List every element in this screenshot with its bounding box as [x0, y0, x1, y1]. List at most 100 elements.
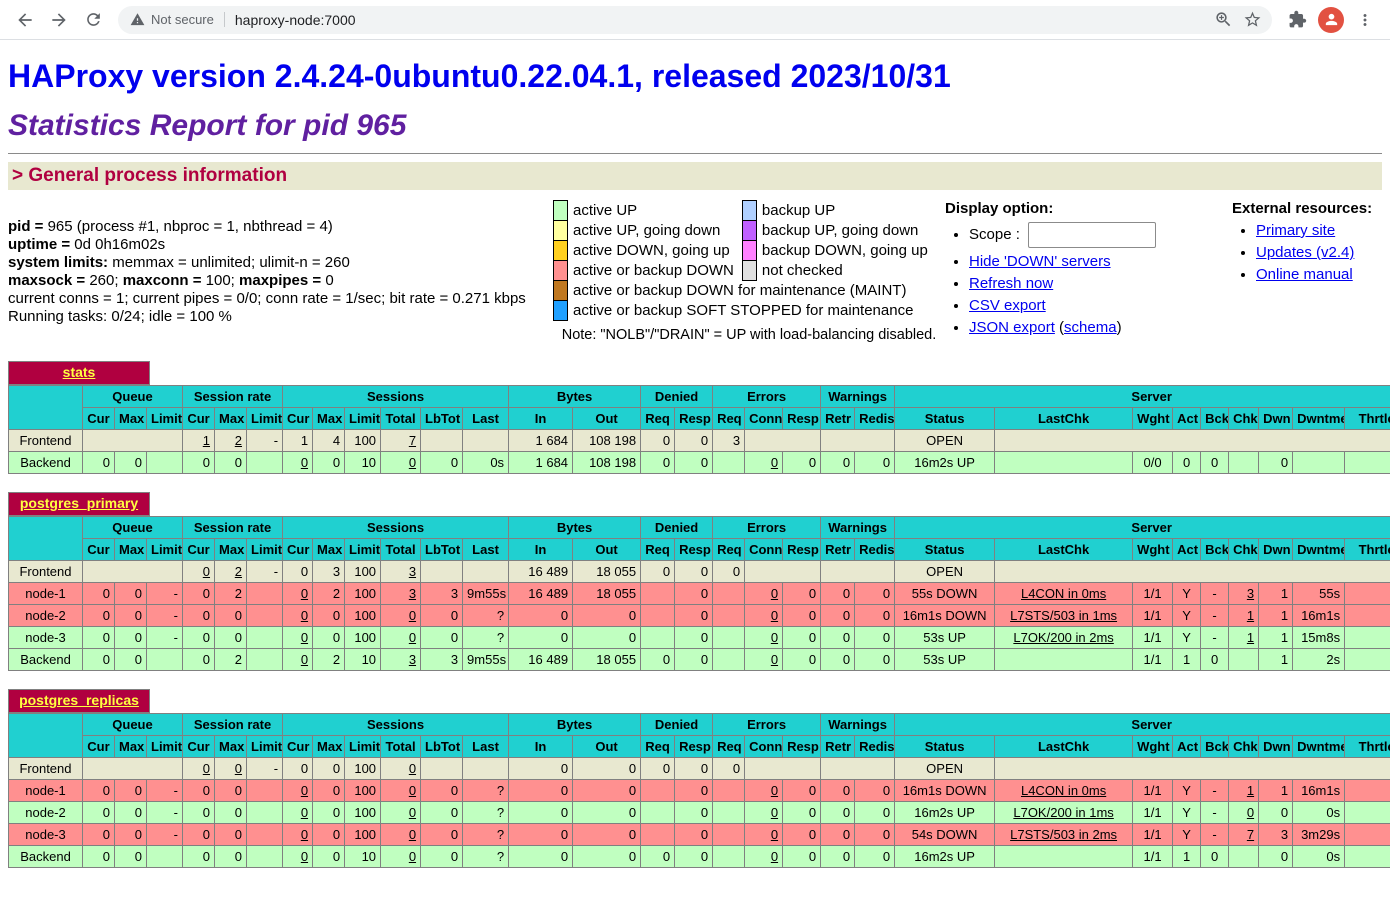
- stat-cell: 0: [83, 605, 115, 627]
- col-header: LbTot: [421, 539, 463, 561]
- stat-cell: ?: [463, 824, 509, 846]
- stat-cell: 16m2s UP: [895, 846, 995, 868]
- stat-cell: 16 489: [509, 561, 573, 583]
- row-name-cell[interactable]: node-1: [9, 583, 83, 605]
- extensions-button[interactable]: [1280, 3, 1314, 37]
- profile-avatar[interactable]: [1318, 7, 1344, 33]
- col-header: Limit: [345, 539, 381, 561]
- col-header: Cur: [83, 539, 115, 561]
- stat-cell: 53s UP: [895, 627, 995, 649]
- stat-cell: 0: [509, 758, 573, 780]
- json-schema-link[interactable]: schema: [1064, 319, 1117, 336]
- stat-cell: [147, 846, 183, 868]
- stat-cell: 0: [1229, 802, 1259, 824]
- stats-table-postgres_replicas: QueueSession rateSessionsBytesDeniedErro…: [8, 713, 1390, 868]
- stat-cell: ?: [463, 605, 509, 627]
- row-name-cell[interactable]: Backend: [9, 846, 83, 868]
- reload-button[interactable]: [76, 3, 110, 37]
- group-header: Warnings: [821, 517, 895, 539]
- external-resource-link[interactable]: Primary site: [1256, 222, 1335, 239]
- stat-cell: [247, 583, 283, 605]
- row-name-cell[interactable]: Backend: [9, 649, 83, 671]
- bookmark-star-icon[interactable]: [1243, 10, 1262, 29]
- row-name-cell[interactable]: node-2: [9, 802, 83, 824]
- col-header: Out: [573, 736, 641, 758]
- stat-cell: 0: [675, 824, 713, 846]
- stat-cell: 0: [855, 583, 895, 605]
- display-option-link[interactable]: CSV export: [969, 297, 1046, 314]
- display-option-link[interactable]: Refresh now: [969, 275, 1053, 292]
- stat-cell: [1345, 802, 1390, 824]
- stat-cell: 0: [283, 452, 313, 474]
- col-header: Limit: [147, 408, 183, 430]
- address-bar[interactable]: Not secure haproxy-node:7000: [118, 6, 1272, 34]
- display-option-link[interactable]: Hide 'DOWN' servers: [969, 253, 1111, 270]
- proxy-name-link[interactable]: postgres_replicas: [19, 692, 139, 708]
- stat-cell: [745, 430, 821, 452]
- col-header: Conn: [745, 539, 783, 561]
- col-header: LbTot: [421, 408, 463, 430]
- col-header: Max: [313, 736, 345, 758]
- row-name-cell[interactable]: node-3: [9, 824, 83, 846]
- stat-cell: 0: [381, 846, 421, 868]
- stat-cell: ?: [463, 846, 509, 868]
- legend-label: backup UP, going down: [756, 221, 935, 241]
- stat-cell: [641, 802, 675, 824]
- menu-button[interactable]: [1348, 3, 1382, 37]
- stat-cell: 1 684: [509, 452, 573, 474]
- row-name-cell[interactable]: node-3: [9, 627, 83, 649]
- security-badge[interactable]: Not secure: [130, 12, 225, 27]
- stat-cell: 0: [821, 452, 855, 474]
- table-row: node-200-000010000?000000016m2s UPL7OK/2…: [9, 802, 1390, 824]
- zoom-icon[interactable]: [1214, 10, 1233, 29]
- stat-cell: 0: [83, 649, 115, 671]
- json-export-link[interactable]: JSON export: [969, 319, 1055, 336]
- col-header: Limit: [147, 736, 183, 758]
- row-name-cell[interactable]: node-2: [9, 605, 83, 627]
- stat-cell: 0: [855, 824, 895, 846]
- proxy-name-link[interactable]: stats: [63, 364, 96, 380]
- stat-cell: 0: [509, 605, 573, 627]
- row-name-cell[interactable]: node-1: [9, 780, 83, 802]
- stat-cell: 0: [783, 649, 821, 671]
- stat-cell: [995, 758, 1390, 780]
- stat-cell: L4CON in 0ms: [995, 780, 1133, 802]
- stat-cell: 2: [215, 649, 247, 671]
- stat-cell: 0: [283, 802, 313, 824]
- stat-cell: 0: [783, 452, 821, 474]
- stat-cell: [247, 824, 283, 846]
- stat-cell: 0: [283, 824, 313, 846]
- stat-cell: 0: [183, 627, 215, 649]
- external-resource-link[interactable]: Online manual: [1256, 266, 1353, 283]
- table-row: node-200-000010000?000000016m1s DOWNL7ST…: [9, 605, 1390, 627]
- stat-cell: 0: [83, 824, 115, 846]
- table-row: node-300-000010000?000000053s UPL7OK/200…: [9, 627, 1390, 649]
- table-row: Backend00020210339m55s16 48918 055000000…: [9, 649, 1390, 671]
- group-header: Denied: [641, 517, 713, 539]
- page-title-link[interactable]: HAProxy version 2.4.24-0ubuntu0.22.04.1,…: [8, 58, 951, 94]
- stat-cell: 0: [215, 802, 247, 824]
- stat-cell: 18 055: [573, 649, 641, 671]
- stat-cell: [995, 649, 1133, 671]
- stat-cell: 18 055: [573, 561, 641, 583]
- row-name-cell[interactable]: Frontend: [9, 758, 83, 780]
- row-name-cell[interactable]: Frontend: [9, 561, 83, 583]
- stat-cell: 0: [509, 824, 573, 846]
- stat-cell: 100: [345, 627, 381, 649]
- col-header: Dwn: [1259, 539, 1293, 561]
- stat-cell: 2: [215, 583, 247, 605]
- legend-swatch: [742, 241, 756, 261]
- col-header: Wght: [1133, 539, 1173, 561]
- external-resource-link[interactable]: Updates (v2.4): [1256, 244, 1354, 261]
- scope-input[interactable]: [1028, 222, 1156, 248]
- reload-icon: [84, 10, 103, 29]
- proxy-name-link[interactable]: postgres_primary: [20, 495, 138, 511]
- row-name-cell[interactable]: Frontend: [9, 430, 83, 452]
- forward-button[interactable]: [42, 3, 76, 37]
- stat-cell: 0: [1259, 802, 1293, 824]
- stat-cell: 0s: [1293, 802, 1345, 824]
- stat-cell: Y: [1173, 780, 1201, 802]
- back-button[interactable]: [8, 3, 42, 37]
- stat-cell: [1345, 452, 1390, 474]
- row-name-cell[interactable]: Backend: [9, 452, 83, 474]
